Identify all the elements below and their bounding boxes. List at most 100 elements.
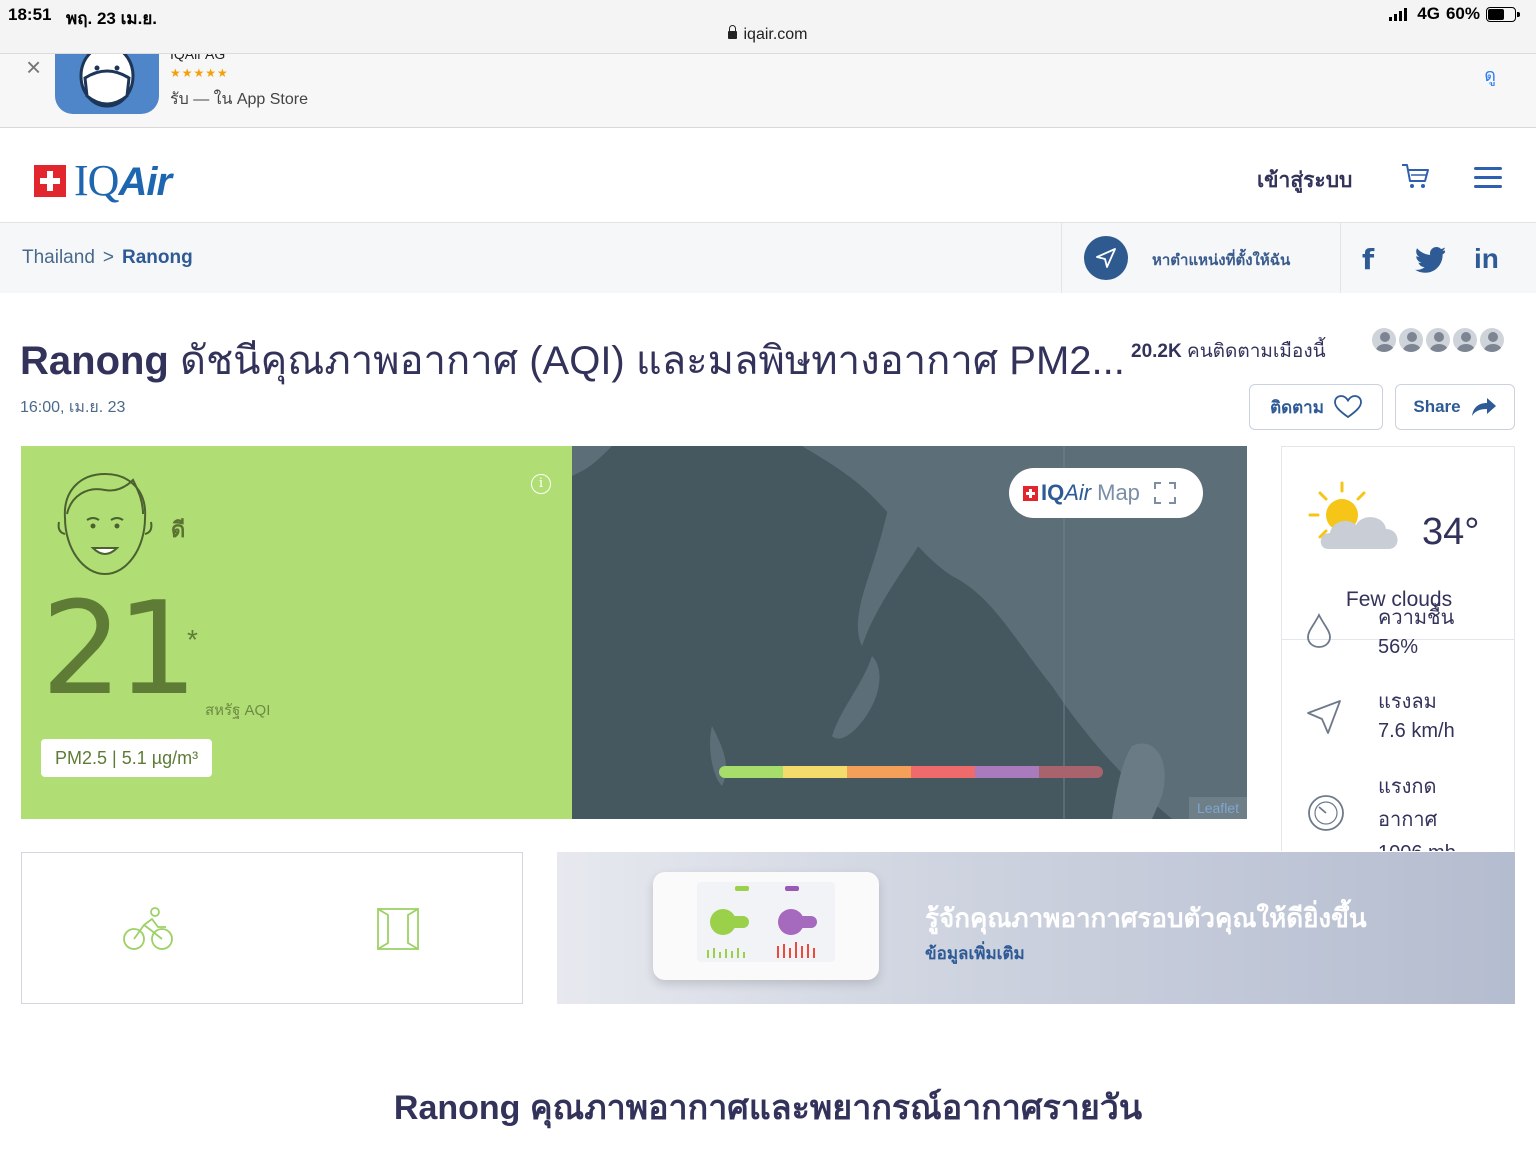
scale-segment [719, 766, 783, 778]
page-title-rest: ดัชนีคุณภาพอากาศ (AQI) และมลพิษทางอากาศ … [180, 339, 1125, 383]
menu-icon[interactable] [1474, 167, 1502, 194]
iqair-logo[interactable]: IQAir [34, 155, 172, 206]
clock: 18:51 [8, 5, 52, 24]
swiss-flag-icon [34, 164, 66, 197]
fullscreen-icon[interactable] [1153, 482, 1176, 504]
breadcrumb-country[interactable]: Thailand [22, 247, 95, 268]
url-text: iqair.com [743, 26, 808, 43]
battery-icon [1486, 6, 1520, 22]
aqi-card: ดี i 21 * สหรัฐ AQI PM2.5 | 5.1 µg/m³ [21, 446, 572, 819]
promo-title: รู้จักคุณภาพอากาศรอบตัวคุณให้ดียิ่งขึ้น [925, 903, 1367, 933]
pressure-gauge-icon [1308, 795, 1344, 831]
pollutant-badge: PM2.5 | 5.1 µg/m³ [41, 739, 213, 777]
scale-segment [783, 766, 847, 778]
aqi-color-scale [719, 766, 1103, 778]
scale-segment [1039, 766, 1103, 778]
cart-icon[interactable] [1400, 161, 1430, 191]
avatar [1397, 326, 1425, 354]
share-button[interactable]: Share [1395, 384, 1515, 430]
address-bar[interactable]: iqair.com [0, 25, 1536, 44]
app-subtitle: รับ — ใน App Store [170, 91, 308, 108]
view-app-button[interactable]: ดู [1484, 60, 1496, 89]
app-store-banner: × IQAir AG ★★★★★ รับ — ใน App Store ดู [0, 54, 1536, 128]
followers-count: 20.2K [1131, 341, 1182, 362]
aqi-value: 21 [41, 575, 198, 724]
aqi-unit: สหรัฐ AQI [205, 702, 271, 719]
scale-segment [911, 766, 975, 778]
section-title-rest: คุณภาพอากาศและพยากรณ์อากาศรายวัน [529, 1089, 1143, 1127]
avatar [1478, 326, 1506, 354]
bicycle-icon[interactable] [122, 905, 174, 953]
leaflet-attribution[interactable]: Leaflet [1188, 797, 1247, 819]
navigation-arrow-icon [1096, 248, 1116, 268]
pressure-value: 1006 mb [1378, 837, 1456, 851]
pressure-label-2: อากาศ [1378, 809, 1438, 831]
site-header: IQAir เข้าสู่ระบบ [0, 129, 1536, 223]
map-badge-brand-italic: Air [1064, 480, 1092, 505]
locate-label: หาตำแหน่งที่ตั้งให้ฉัน [1152, 252, 1291, 269]
twitter-icon[interactable] [1415, 247, 1445, 273]
close-icon[interactable]: × [26, 54, 41, 83]
promo-banner[interactable]: รู้จักคุณภาพอากาศรอบตัวคุณให้ดียิ่งขึ้น … [557, 852, 1515, 1004]
air-quality-map[interactable]: IQ Air Map Leaflet [572, 446, 1247, 819]
map-badge-brand: IQ [1041, 480, 1065, 505]
status-indicators: 4G 60% [1389, 4, 1520, 24]
info-icon[interactable]: i [531, 474, 551, 494]
app-name: IQAir AG [170, 54, 226, 62]
followers: 20.2K คนติดตามเมืองนี้ [1131, 336, 1326, 366]
avatar [1424, 326, 1452, 354]
scale-segment [847, 766, 911, 778]
device-screen-graphic [707, 886, 817, 958]
forecast-section-title: Ranong คุณภาพอากาศและพยากรณ์อากาศรายวัน [0, 1080, 1536, 1134]
device-screen [697, 882, 835, 962]
avatar [1370, 326, 1398, 354]
share-arrow-icon [1471, 398, 1496, 416]
heart-icon [1334, 395, 1362, 419]
page-title-city: Ranong [20, 339, 169, 383]
window-icon[interactable] [374, 905, 422, 953]
breadcrumb: Thailand > Ranong [22, 247, 193, 269]
humidity-label: ความชื้น [1378, 607, 1455, 629]
map-badge[interactable]: IQ Air Map [1009, 468, 1203, 518]
aqi-asterisk: * [187, 624, 198, 655]
scale-segment [975, 766, 1039, 778]
battery-label: 60% [1445, 4, 1480, 23]
breadcrumb-city[interactable]: Ranong [122, 247, 193, 268]
pressure-label: แรงกด [1378, 776, 1437, 798]
network-label: 4G [1417, 4, 1440, 23]
wind-direction-icon [1307, 700, 1341, 734]
follower-avatars [1370, 326, 1506, 354]
temperature: 34° [1422, 511, 1480, 553]
air-monitor-device [653, 872, 879, 980]
locate-button[interactable] [1084, 236, 1128, 280]
mask-face-icon [79, 54, 135, 108]
lock-icon [728, 25, 738, 39]
ios-status-bar: 18:51 พฤ. 23 เม.ย. 4G 60% iqair.com [0, 0, 1536, 54]
update-timestamp: 16:00, เม.ย. 23 [20, 399, 126, 416]
linkedin-icon[interactable]: in [1474, 243, 1499, 275]
locate-me[interactable]: หาตำแหน่งที่ตั้งให้ฉัน [1061, 223, 1341, 293]
partly-cloudy-icon [1308, 481, 1398, 549]
wind-label: แรงลม [1378, 691, 1437, 713]
share-label: Share [1413, 397, 1461, 416]
promo-link[interactable]: ข้อมูลเพิ่มเติม [925, 940, 1025, 967]
section-city: Ranong [393, 1089, 521, 1127]
signal-icon [1389, 7, 1408, 21]
login-link[interactable]: เข้าสู่ระบบ [1257, 164, 1352, 197]
follow-label: ติดตาม [1270, 397, 1324, 417]
breadcrumb-bar: Thailand > Ranong หาตำแหน่งที่ตั้งให้ฉัน f… [0, 223, 1536, 293]
weather-card: 34° Few clouds ความชื้น 56% แรงลม 7.6 km… [1281, 446, 1515, 851]
aqi-status: ดี [171, 517, 186, 542]
rating-stars: ★★★★★ [170, 66, 229, 80]
humidity-drop-icon [1307, 613, 1331, 648]
logo-text-italic: Air [118, 160, 172, 204]
facebook-icon[interactable]: f [1362, 243, 1374, 276]
page-title: Ranong ดัชนีคุณภาพอากาศ (AQI) และมลพิษทา… [20, 328, 1125, 392]
follow-button[interactable]: ติดตาม [1249, 384, 1383, 430]
swiss-flag-icon [1023, 485, 1038, 501]
avatar [1451, 326, 1479, 354]
happy-face-icon [57, 472, 153, 576]
wind-value: 7.6 km/h [1378, 720, 1455, 742]
humidity-value: 56% [1378, 636, 1419, 658]
app-icon[interactable] [55, 54, 159, 114]
